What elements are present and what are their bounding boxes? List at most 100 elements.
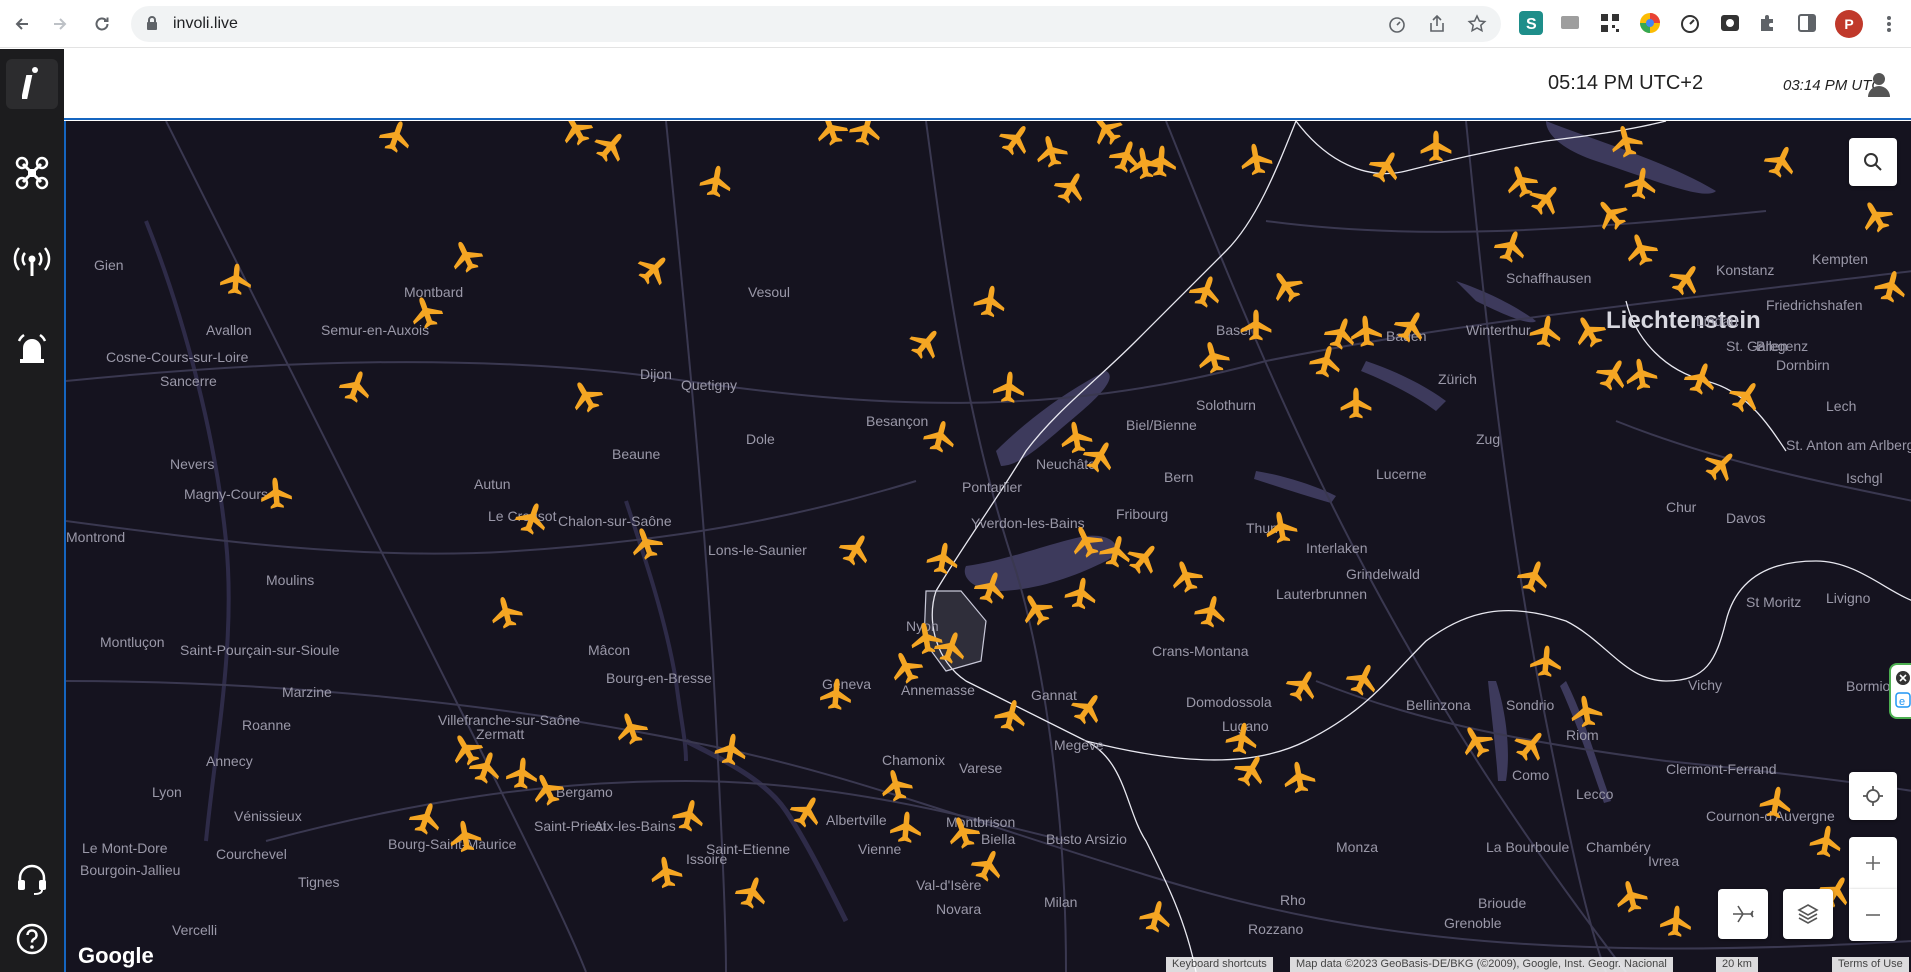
aircraft-icon[interactable] [931,627,970,666]
aircraft-icon[interactable] [1230,749,1272,791]
aircraft-icon[interactable] [1528,313,1564,349]
drone-icon[interactable] [10,151,54,195]
aircraft-icon[interactable] [1032,132,1070,170]
aircraft-icon[interactable] [1340,387,1372,419]
aircraft-icon[interactable] [713,731,749,767]
share-icon[interactable] [1427,14,1447,34]
aircraft-icon[interactable] [1282,664,1324,706]
aircraft-icon[interactable] [1758,784,1794,820]
extension-colorwheel-icon[interactable] [1638,11,1662,35]
aircraft-icon[interactable] [992,370,1025,403]
aircraft-icon[interactable] [811,121,850,149]
scale-bar[interactable]: 20 km [1716,957,1758,972]
extension-shield-icon[interactable] [1718,11,1742,35]
extensions-puzzle-icon[interactable] [1756,11,1780,35]
aircraft-icon[interactable] [1623,356,1659,392]
aircraft-icon[interactable] [1097,532,1135,570]
profile-avatar[interactable]: P [1835,10,1863,38]
aircraft-icon[interactable] [943,812,982,851]
aircraft-icon[interactable] [446,236,487,277]
reload-icon[interactable] [88,10,116,38]
aircraft-icon[interactable] [1263,509,1299,545]
involi-logo-icon[interactable] [6,59,58,109]
aircraft-icon[interactable] [1166,556,1205,595]
aircraft-icon[interactable] [1855,195,1897,237]
help-icon[interactable] [10,917,54,961]
aircraft-icon[interactable] [1420,130,1452,162]
aircraft-icon[interactable] [1514,556,1553,595]
aircraft-icon[interactable] [648,854,684,890]
aircraft-icon[interactable] [1524,177,1567,220]
aircraft-icon[interactable] [1390,305,1432,347]
aircraft-icon[interactable] [1240,309,1272,341]
aircraft-icon[interactable] [995,121,1038,160]
back-icon[interactable] [8,10,36,38]
performance-icon[interactable] [1387,14,1407,34]
aircraft-icon[interactable] [1612,877,1650,915]
aircraft-icon[interactable] [921,417,959,455]
extension-s-icon[interactable]: S [1519,11,1543,35]
aircraft-icon[interactable] [1568,310,1610,352]
aircraft-icon[interactable] [1808,823,1844,859]
aircraft-icon[interactable] [992,696,1030,734]
aircraft-icon[interactable] [406,798,445,837]
aircraft-icon[interactable] [1621,229,1660,268]
aircraft-icon[interactable] [219,262,252,295]
extension-qr-icon[interactable] [1598,11,1622,35]
aircraft-icon[interactable] [698,163,734,199]
aircraft-icon[interactable] [889,810,922,843]
aircraft-icon[interactable] [505,756,538,789]
aircraft-icon[interactable] [1761,141,1802,182]
aircraft-icon[interactable] [732,872,771,911]
side-panel-icon[interactable] [1795,11,1819,35]
terms-link[interactable]: Terms of Use [1832,957,1909,972]
aircraft-icon[interactable] [1192,592,1230,630]
aircraft-icon[interactable] [1137,897,1175,935]
aircraft-icon[interactable] [1050,166,1092,208]
flight-map[interactable]: Liechtenstein Gien Montbard Vesoul Schaffha… [64,121,1911,972]
extension-side-tab[interactable]: e [1889,663,1911,719]
alarm-icon[interactable] [10,327,54,371]
aircraft-icon[interactable] [1592,353,1634,395]
layers-button[interactable] [1783,889,1833,939]
aircraft-icon[interactable] [565,375,607,417]
aircraft-icon[interactable] [1365,145,1407,187]
antenna-icon[interactable] [10,239,54,283]
aircraft-icon[interactable] [1491,226,1530,265]
aircraft-icon[interactable] [1238,141,1274,177]
aircraft-icon[interactable] [847,121,885,148]
aircraft-icon[interactable] [971,567,1010,606]
aircraft-icon[interactable] [1186,271,1225,310]
aircraft-icon[interactable] [527,769,568,810]
aircraft-icon[interactable] [259,476,293,509]
aircraft-icon[interactable] [1343,659,1384,700]
keyboard-shortcuts-link[interactable]: Keyboard shortcuts [1166,957,1273,972]
aircraft-icon[interactable] [1079,435,1121,477]
aircraft-icon[interactable] [925,540,961,576]
aircraft-icon[interactable] [670,796,708,834]
aircraft-icon[interactable] [1058,419,1094,455]
zoom-out-button[interactable] [1849,889,1897,941]
aircraft-icon[interactable] [886,647,927,688]
extension-gauge-icon[interactable] [1678,11,1702,35]
aircraft-icon[interactable] [1872,267,1910,305]
aircraft-icon[interactable] [908,620,944,656]
aircraft-icon[interactable] [611,708,650,747]
aircraft-icon[interactable] [1623,165,1659,201]
aircraft-icon[interactable] [1321,313,1360,352]
aircraft-icon[interactable] [1063,575,1099,611]
aircraft-icon[interactable] [555,121,597,150]
aircraft-icon[interactable] [1015,588,1057,630]
aircraft-icon[interactable] [877,766,915,804]
aircraft-icon[interactable] [1349,314,1383,347]
forward-icon[interactable] [46,10,74,38]
bookmark-star-icon[interactable] [1467,14,1487,34]
aircraft-icon[interactable] [1589,192,1632,235]
aircraft-icon[interactable] [1681,358,1720,397]
aircraft-icon[interactable] [1607,122,1645,160]
aircraft-icon[interactable] [1568,693,1604,729]
aircraft-icon[interactable] [1067,687,1110,730]
aircraft-icon[interactable] [1224,720,1260,756]
aircraft-icon[interactable] [487,593,525,631]
aircraft-icon[interactable] [835,528,877,570]
